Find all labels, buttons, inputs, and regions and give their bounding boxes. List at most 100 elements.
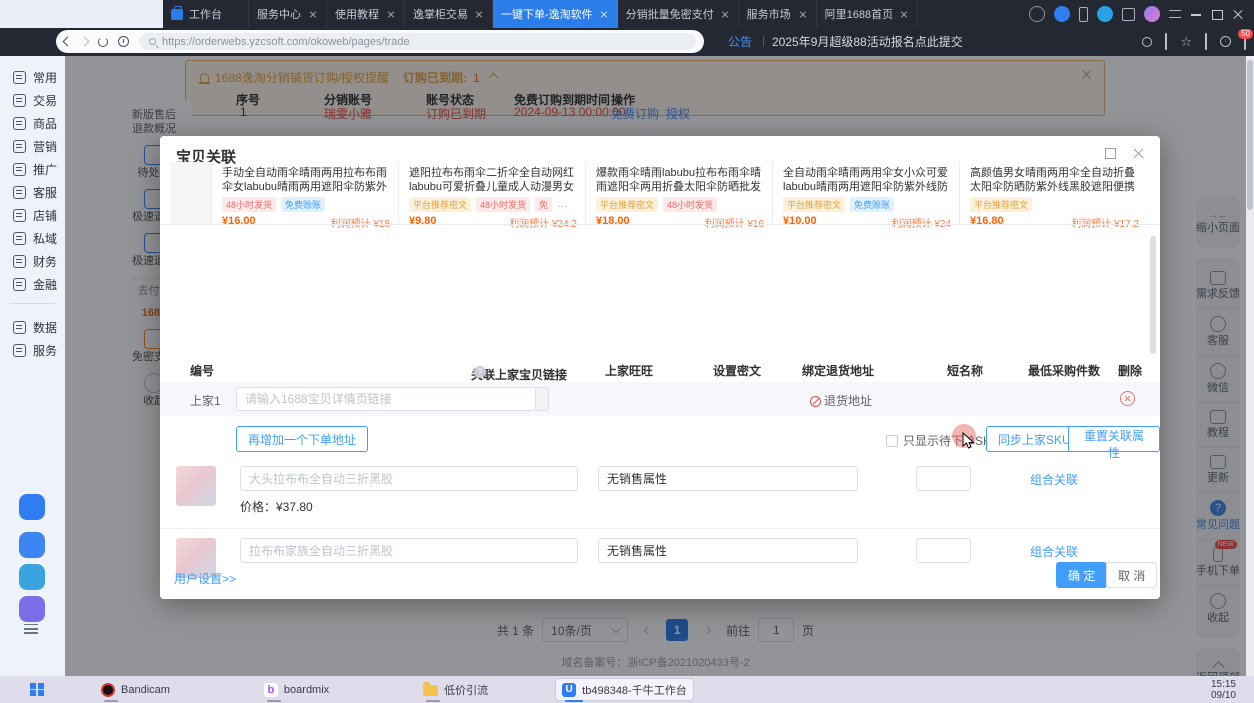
product-thumbnail[interactable] (176, 466, 216, 506)
card-partial (170, 162, 212, 224)
tab-close-icon[interactable] (899, 9, 909, 19)
show-pending-sku-checkbox[interactable] (886, 435, 898, 447)
tag-free-credit: 免费赊账 (281, 197, 325, 212)
product-association-dialog: 宝贝关联 手动全自动雨伞晴雨两用拉布布雨伞女labubu晴雨两用遮阳伞防紫外线防… (160, 136, 1160, 599)
return-address-cell[interactable]: 退货地址 (810, 392, 872, 409)
sidebar-item-customer-service[interactable]: 客服 (0, 181, 65, 203)
taskbar-qianniu[interactable]: U tb498348-千牛工作台 (555, 678, 694, 701)
tab-close-icon[interactable] (308, 9, 318, 19)
avatar[interactable] (1144, 6, 1160, 22)
tab-batch-pay[interactable]: 分销批量免密支付 (618, 0, 739, 28)
product-card-3[interactable]: 爆款雨伞晴雨labubu拉布布雨伞晴雨遮阳伞两用折叠太阳伞防晒批发 平台推荐密文… (586, 162, 773, 224)
combo-association-link-2[interactable]: 组合关联 (1030, 543, 1078, 560)
product-card-2[interactable]: 遮阳拉布布雨伞二折伞全自动网红labubu可爱折叠儿童成人动漫男女 平台推荐密文… (399, 162, 586, 224)
back-icon[interactable] (63, 37, 73, 47)
taskbar-folder[interactable]: 低价引流 (416, 678, 495, 701)
tab-one-key-order-active[interactable]: 一键下单-逸淘软件 (493, 0, 618, 28)
min-purchase-input-2[interactable] (916, 538, 971, 563)
sidebar-item-finance[interactable]: 财务 (0, 250, 65, 272)
link-input-suffix-button[interactable] (536, 387, 549, 411)
dialog-maximize-icon[interactable] (1105, 148, 1116, 159)
sidebar-item-private-domain[interactable]: 私域 (0, 227, 65, 249)
taskbar-bandicam[interactable]: Bandicam (94, 678, 177, 701)
dialog-close-icon[interactable] (1132, 147, 1144, 159)
refresh-icon[interactable] (98, 37, 108, 47)
history-icon[interactable] (118, 36, 129, 47)
sidebar-item-goods[interactable]: 商品 (0, 112, 65, 134)
sidebar-menu-icon[interactable] (24, 624, 38, 634)
sync-icon[interactable] (1142, 37, 1152, 47)
attr-input-2[interactable] (598, 538, 858, 563)
delete-row-icon[interactable] (1120, 391, 1135, 406)
notes-icon[interactable] (1122, 8, 1135, 21)
app-shortcut-icon-2[interactable] (19, 532, 45, 558)
scrollbar-thumb[interactable] (1247, 60, 1253, 210)
tab-service-market[interactable]: 服务市场 (739, 0, 817, 28)
url-bar[interactable]: https://orderwebs.yzcsoft.com/okoweb/pag… (139, 33, 696, 50)
sidebar-item-marketing[interactable]: 营销 (0, 135, 65, 157)
announcement-text[interactable]: 2025年9月超级88活动报名点此提交 (772, 33, 963, 50)
add-order-address-button[interactable]: 再增加一个下单地址 (236, 426, 368, 452)
confirm-button[interactable]: 确 定 (1056, 562, 1107, 588)
mail-icon[interactable]: 50 (1244, 35, 1246, 48)
tab-workbench[interactable]: 工作台 (163, 0, 249, 28)
tab-yizhanggui-trade[interactable]: 逸掌柜交易 (405, 0, 493, 28)
taskbar-clock[interactable]: 15:15 09/10 (1211, 679, 1236, 701)
window-maximize-icon[interactable] (1211, 8, 1223, 20)
sidebar-item-promotion[interactable]: 推广 (0, 158, 65, 180)
app-circle-icon[interactable] (1097, 6, 1113, 22)
modal-scrollbar-thumb[interactable] (1150, 236, 1156, 354)
favorite-star-icon[interactable]: ☆ (1180, 35, 1192, 48)
sidebar-item-service[interactable]: 服务 (0, 339, 65, 361)
forward-icon[interactable] (80, 37, 90, 47)
app-shortcut-icon-3[interactable] (19, 564, 45, 590)
show-pending-sku-option[interactable]: 只显示待下单SKU (886, 432, 1000, 449)
user-settings-link[interactable]: 用户设置>> (174, 570, 236, 587)
supplier-link-input[interactable] (236, 387, 536, 411)
window-close-icon[interactable] (1232, 8, 1244, 20)
app-shortcut-icon-4[interactable] (19, 596, 45, 622)
sidebar-item-shop[interactable]: 店铺 (0, 204, 65, 226)
tab-close-icon[interactable] (599, 9, 609, 19)
help-icon[interactable]: ? (474, 366, 486, 378)
shop-icon (13, 209, 26, 222)
product-card-5[interactable]: 高颜值男女晴雨两用伞全自动折叠太阳伞防晒防紫外线黑胶遮阳便携 平台推荐密文 ¥1… (960, 162, 1147, 224)
window-minimize-icon[interactable] (1190, 8, 1202, 20)
more-tags-ellipsis: … (557, 199, 568, 210)
reset-association-button[interactable]: 重置关联属性 (1068, 426, 1160, 452)
product-card-4[interactable]: 全自动雨伞晴雨两用伞女小众可爱labubu晴雨两用遮阳伞防紫外线防晒 平台推荐密… (773, 162, 960, 224)
tab-close-icon[interactable] (720, 9, 730, 19)
min-purchase-input-1[interactable] (916, 466, 971, 491)
taskbar-boardmix[interactable]: b boardmix (257, 678, 336, 701)
tab-1688-home[interactable]: 阿里1688首页 (817, 0, 918, 28)
cancel-button[interactable]: 取 消 (1106, 562, 1157, 588)
app-shortcut-icon-1[interactable] (19, 494, 45, 520)
copy-icon[interactable] (1165, 33, 1167, 50)
supplier-label: 上家1 (190, 392, 221, 409)
sidebar-item-label: 常用 (33, 69, 57, 86)
plugin-badge-icon[interactable] (1054, 6, 1070, 22)
tab-close-icon[interactable] (474, 9, 484, 19)
tab-tutorial[interactable]: 使用教程 (327, 0, 405, 28)
alarm-icon[interactable] (1220, 36, 1231, 47)
tab-label: 一键下单-逸淘软件 (501, 6, 593, 22)
sidebar-item-trade[interactable]: 交易 (0, 89, 65, 111)
sidebar-item-common[interactable]: 常用 (0, 66, 65, 88)
tab-service-center[interactable]: 服务中心 (249, 0, 327, 28)
attr-input-1[interactable] (598, 466, 858, 491)
phone-icon[interactable] (1079, 7, 1088, 22)
sidebar-item-financial[interactable]: 金融 (0, 273, 65, 295)
start-button[interactable] (30, 683, 44, 697)
short-title-input-1[interactable] (240, 466, 578, 491)
tab-close-icon[interactable] (386, 9, 396, 19)
browser-menu-icon[interactable] (1169, 10, 1181, 18)
product-card-1[interactable]: 手动全自动雨伞晴雨两用拉布布雨伞女labubu晴雨两用遮阳伞防紫外线防 48小时… (212, 162, 399, 224)
combo-association-link-1[interactable]: 组合关联 (1030, 471, 1078, 488)
page-icon[interactable] (1205, 33, 1207, 50)
announcement-label[interactable]: 公告 (728, 33, 752, 50)
short-title-input-2[interactable] (240, 538, 578, 563)
sidebar-item-data[interactable]: 数据 (0, 316, 65, 338)
tab-close-icon[interactable] (798, 9, 808, 19)
tab-bar: 工作台 服务中心 使用教程 逸掌柜交易 一键下单-逸淘软件 分销批量免密支付 服… (163, 0, 1254, 28)
paw-icon[interactable] (1029, 6, 1045, 22)
